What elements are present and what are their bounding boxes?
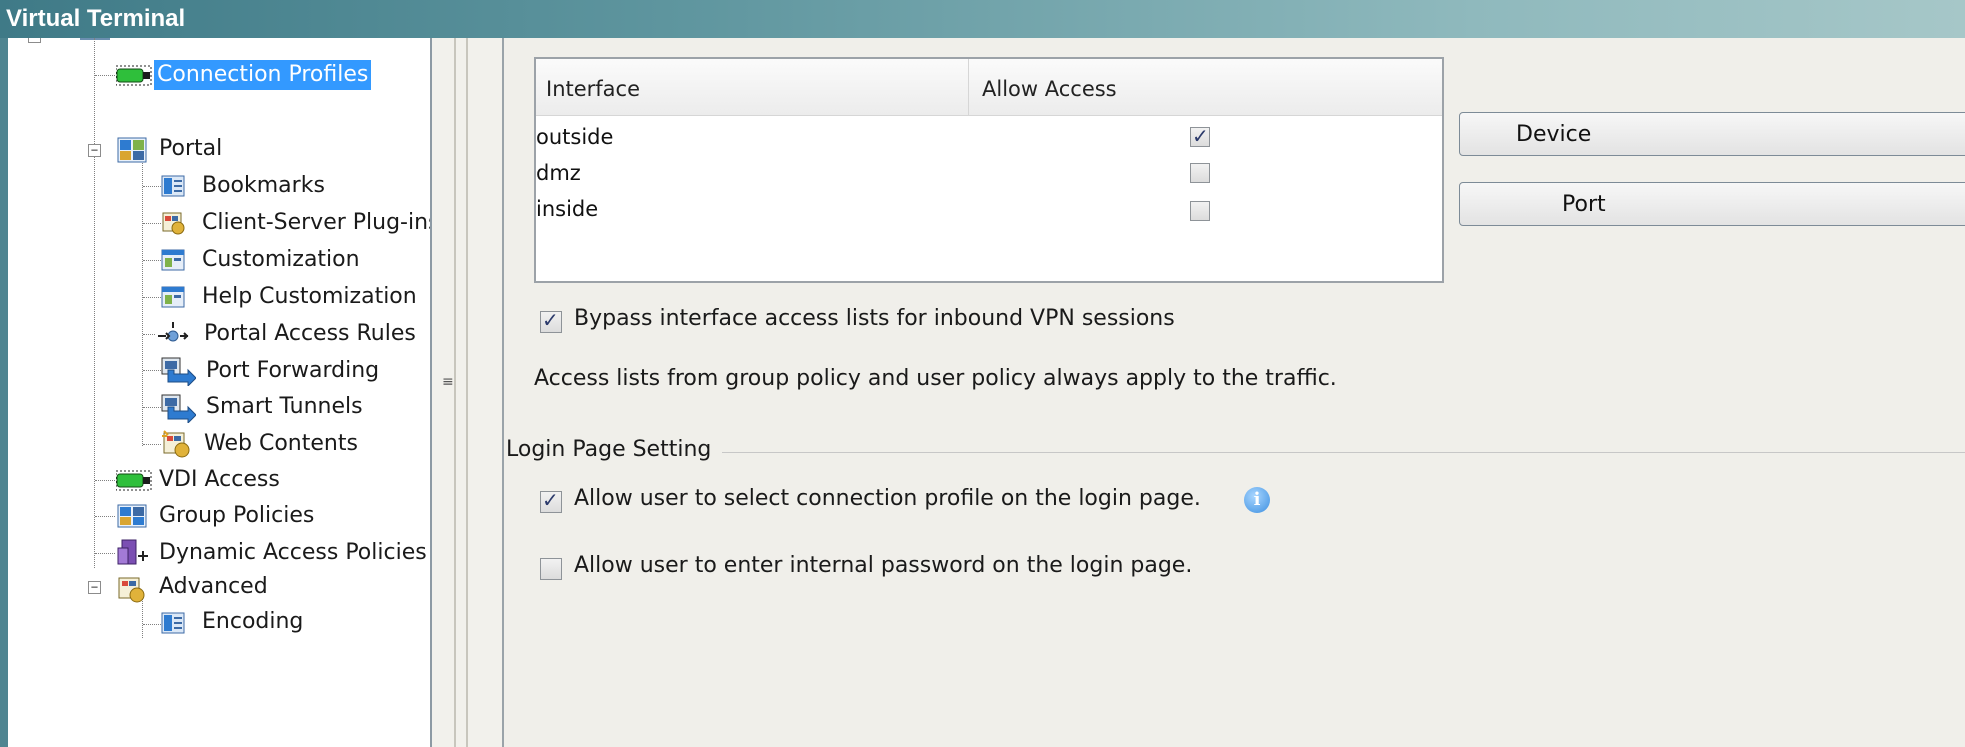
- bookmarks-icon: [161, 175, 185, 197]
- allow-select-profile-label: Allow user to select connection profile …: [574, 486, 1201, 511]
- tree-item-client-server-plugins[interactable]: Client-Server Plug-ins: [199, 208, 430, 238]
- connection-profile-icon: [116, 65, 152, 86]
- column-header-interface[interactable]: Interface: [546, 59, 640, 115]
- tree-line: [143, 334, 155, 335]
- panel-splitter[interactable]: ≡: [432, 38, 502, 747]
- plugin-icon: [162, 212, 185, 235]
- tree-line: [143, 444, 161, 445]
- tree-item-bookmarks[interactable]: Bookmarks: [199, 171, 328, 201]
- tree-line: [94, 38, 95, 568]
- advanced-icon: [118, 577, 145, 603]
- splitter-line: [466, 38, 468, 747]
- interface-name: dmz: [536, 161, 581, 185]
- clipped-parent-item: [28, 38, 408, 44]
- help-customization-icon: [161, 286, 185, 308]
- allow-access-checkbox[interactable]: [1190, 201, 1210, 221]
- window-title: Virtual Terminal: [0, 0, 1965, 38]
- tree-line: [95, 75, 115, 76]
- tree-item-smart-tunnels[interactable]: Smart Tunnels: [203, 392, 366, 422]
- allow-internal-password-label: Allow user to enter internal password on…: [574, 553, 1193, 578]
- portal-icon: [117, 137, 147, 163]
- access-lists-note: Access lists from group policy and user …: [534, 366, 1337, 391]
- dynamic-access-icon: [117, 539, 148, 565]
- tree-item-group-policies[interactable]: Group Policies: [156, 501, 317, 531]
- interface-name: outside: [536, 125, 614, 149]
- group-policies-icon: [117, 504, 147, 528]
- tree-item-portal[interactable]: Portal: [156, 134, 225, 164]
- tree-line: [143, 297, 161, 298]
- tree-item-advanced[interactable]: Advanced: [156, 572, 271, 602]
- tree-item-web-contents[interactable]: Web Contents: [201, 429, 361, 459]
- port-button[interactable]: Port: [1459, 182, 1965, 226]
- collapse-toggle-icon[interactable]: −: [88, 581, 101, 594]
- splitter-line: [454, 38, 456, 747]
- collapse-toggle-icon[interactable]: −: [88, 144, 101, 157]
- bypass-label: Bypass interface access lists for inboun…: [574, 306, 1175, 331]
- info-icon[interactable]: i: [1244, 487, 1270, 513]
- smart-tunnels-icon: [161, 394, 196, 423]
- tree-item-connection-profiles[interactable]: Connection Profiles: [154, 60, 372, 90]
- tree-line: [143, 407, 161, 408]
- tree-item-dynamic-access-policies[interactable]: Dynamic Access Policies: [156, 538, 430, 568]
- interface-name: inside: [536, 197, 599, 221]
- tree-line: [143, 624, 161, 625]
- device-button[interactable]: Device: [1459, 112, 1965, 156]
- table-row[interactable]: dmz: [536, 157, 1442, 193]
- navigation-tree: Connection Profiles − Portal Bookmarks C…: [8, 38, 430, 747]
- bypass-checkbox[interactable]: [540, 308, 562, 333]
- allow-access-checkbox[interactable]: [1190, 163, 1210, 183]
- allow-access-checkbox[interactable]: [1190, 124, 1210, 148]
- tree-item-vdi-access[interactable]: VDI Access: [156, 465, 283, 495]
- tree-line: [142, 598, 143, 638]
- window-frame: [0, 38, 8, 747]
- port-forwarding-icon: [161, 357, 196, 386]
- vdi-access-icon: [116, 470, 152, 491]
- allow-internal-password-checkbox[interactable]: [540, 558, 562, 580]
- encoding-icon: [161, 612, 185, 634]
- table-row[interactable]: outside: [536, 121, 1442, 157]
- tree-item-customization[interactable]: Customization: [199, 245, 363, 275]
- group-divider: [722, 452, 1965, 453]
- tree-line: [143, 223, 161, 224]
- allow-select-profile-checkbox[interactable]: [540, 488, 562, 513]
- column-divider[interactable]: [968, 59, 969, 115]
- tree-line: [95, 553, 115, 554]
- tree-item-encoding[interactable]: Encoding: [199, 607, 306, 637]
- tree-item-port-forwarding[interactable]: Port Forwarding: [203, 356, 382, 386]
- tree-line: [95, 516, 115, 517]
- table-header: Interface Allow Access: [536, 59, 1442, 116]
- tree-line: [143, 186, 161, 187]
- customization-icon: [161, 249, 185, 271]
- tree-line: [143, 260, 161, 261]
- access-rules-icon: [158, 322, 189, 342]
- tree-item-help-customization[interactable]: Help Customization: [199, 282, 420, 312]
- tree-item-portal-access-rules[interactable]: Portal Access Rules: [201, 319, 419, 349]
- interface-access-table: Interface Allow Access outside dmz insid…: [534, 57, 1444, 283]
- table-row[interactable]: inside: [536, 193, 1442, 229]
- column-header-allow-access[interactable]: Allow Access: [982, 59, 1117, 115]
- tree-line: [143, 370, 161, 371]
- splitter-grip-icon[interactable]: ≡: [442, 374, 454, 390]
- login-page-setting-title: Login Page Setting: [506, 437, 712, 462]
- tree-line: [95, 480, 115, 481]
- web-contents-icon: [162, 430, 190, 458]
